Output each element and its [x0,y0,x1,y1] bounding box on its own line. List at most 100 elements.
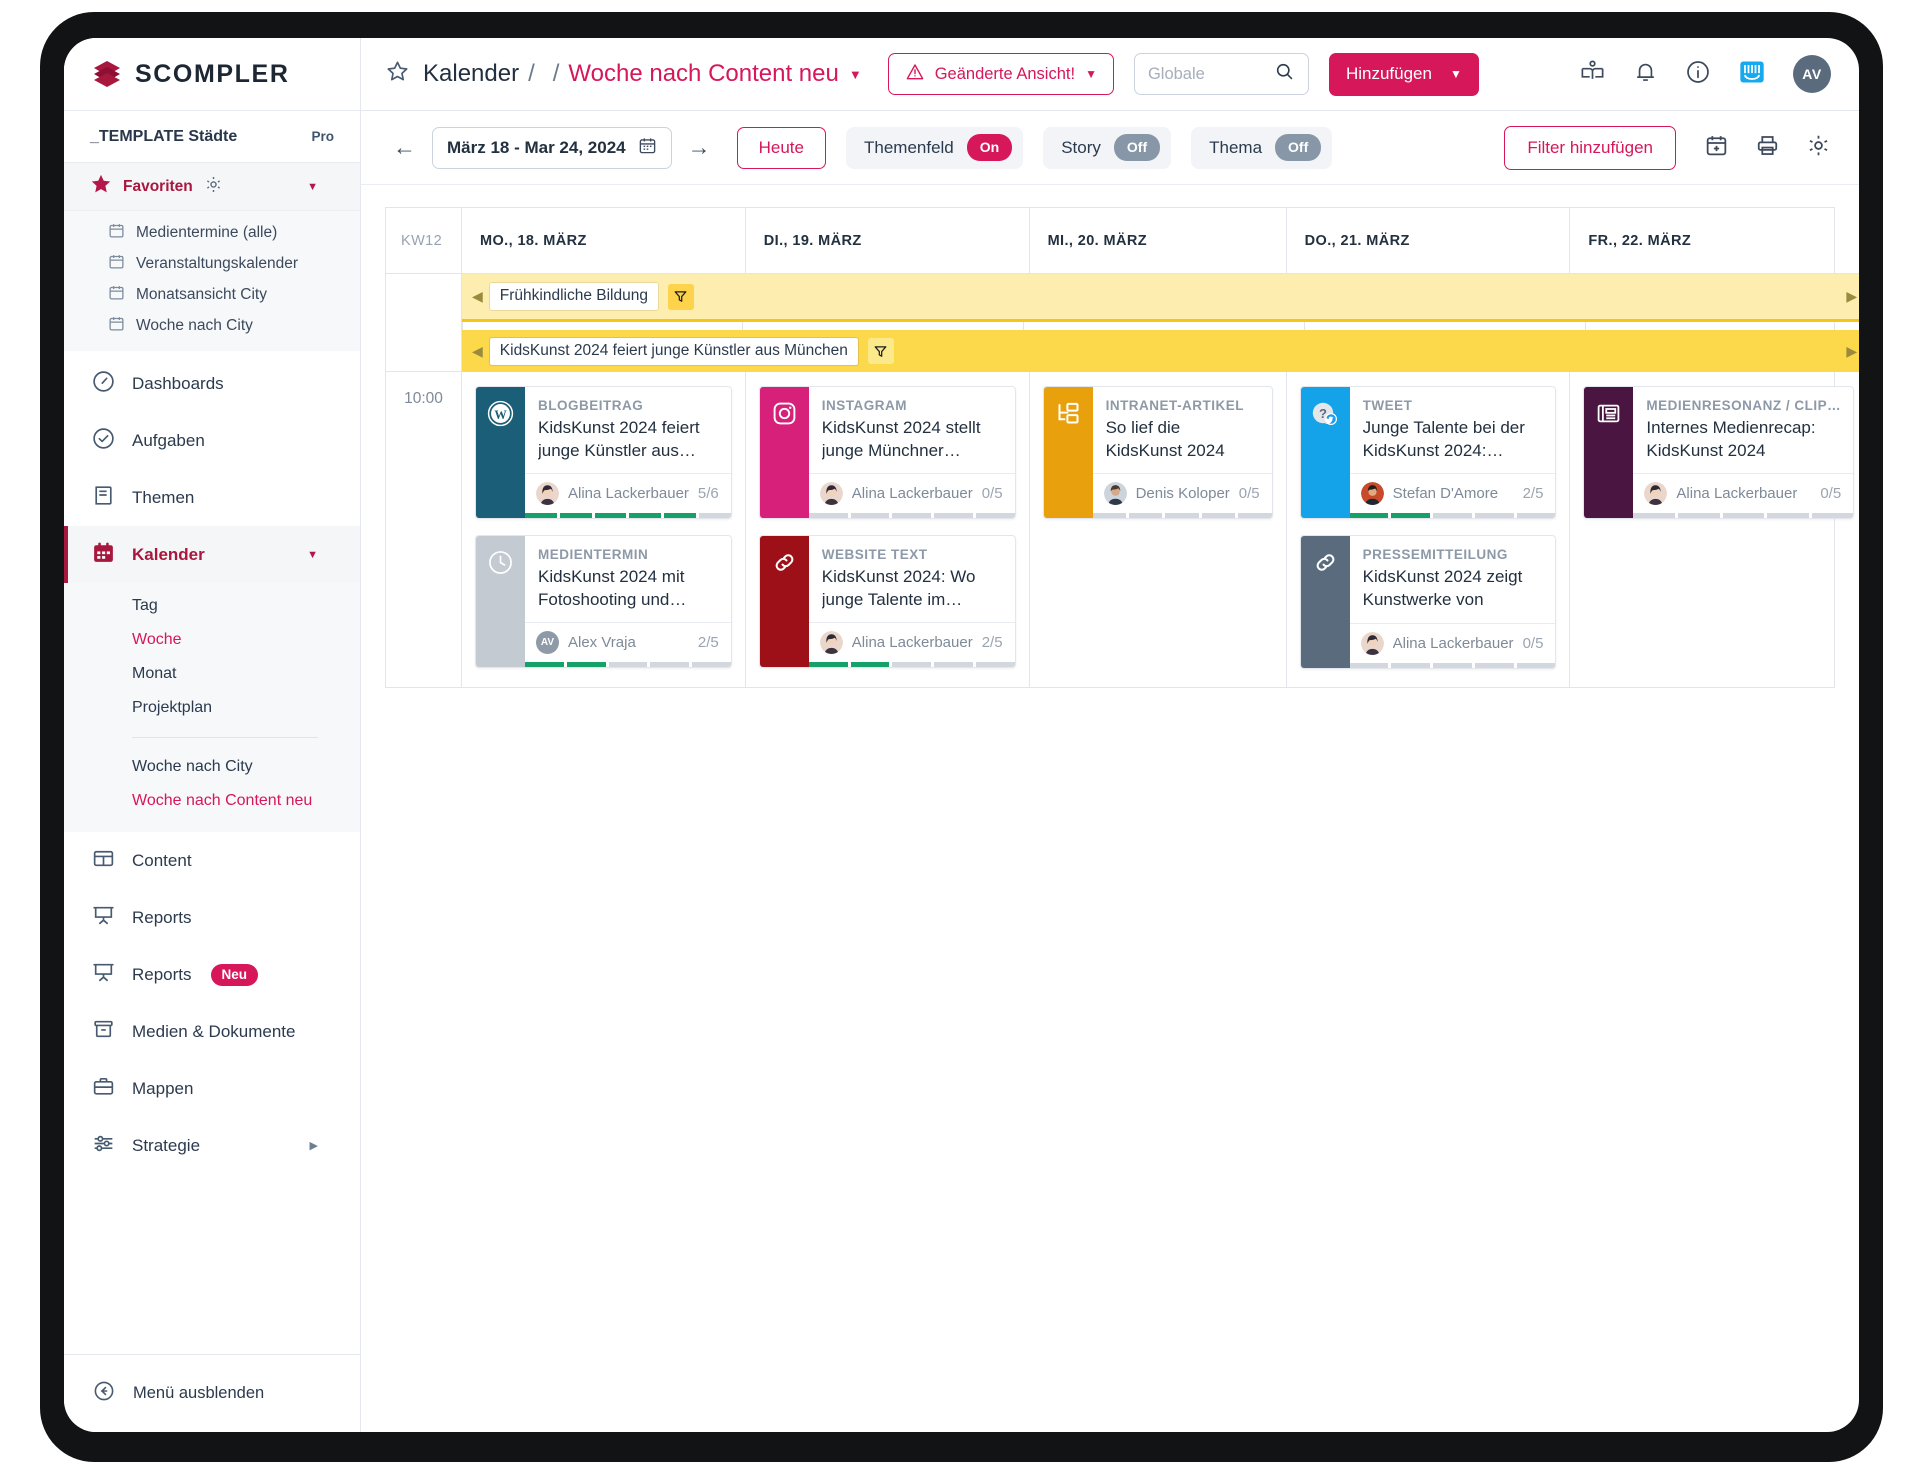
sidebar-item-dashboards[interactable]: Dashboards [64,355,360,412]
global-search[interactable] [1134,53,1309,95]
avatar [536,482,559,505]
scompler-app-icon[interactable] [1738,58,1766,91]
sidebar-item-medien-dokumente[interactable]: Medien & Dokumente [64,1003,360,1060]
band-scroll-left-icon[interactable]: ◀ [472,343,483,360]
toggle-themenfeld[interactable]: Themenfeld On [846,127,1023,169]
content-card[interactable]: MEDIENTERMIN KidsKunst 2024 mit Fotoshoo… [475,535,732,668]
settings-icon[interactable] [1806,133,1831,163]
topic-band-kidskunst[interactable]: ◀ KidsKunst 2024 feiert junge Künstler a… [462,330,1859,372]
card-body: BLOGBEITRAG KidsKunst 2024 feiert junge … [525,387,731,518]
bell-icon[interactable] [1633,59,1658,89]
chevron-right-icon[interactable]: ▶ [310,1139,318,1152]
calendar-icon[interactable] [638,136,657,160]
chevron-down-icon[interactable]: ▼ [1450,67,1462,81]
favorite-star-icon[interactable] [385,59,410,89]
changed-view-button[interactable]: Geänderte Ansicht! ▼ [888,53,1114,95]
search-input[interactable] [1148,65,1268,84]
subitem-label: Woche nach Content neu [132,792,312,810]
band-label: KidsKunst 2024 feiert junge Künstler aus… [489,337,859,366]
sidebar-item-reports[interactable]: Reports [64,889,360,946]
sidebar-item-reports-neu[interactable]: Reports Neu [64,946,360,1003]
band-scroll-right-icon[interactable]: ▶ [1846,343,1857,360]
sidebar-subitem-woche[interactable]: Woche [64,623,360,657]
sidebar-item-mappen[interactable]: Mappen [64,1060,360,1117]
intranet-icon [1055,400,1082,432]
favorite-item[interactable]: Medientermine (alle) [64,217,360,248]
card-main: INSTAGRAM KidsKunst 2024 stellt junge Mü… [809,387,1015,473]
filter-icon[interactable] [868,338,894,364]
changed-view-label: Geänderte Ansicht! [935,65,1075,84]
subitem-label: Woche nach City [132,758,253,776]
sidebar-item-strategie[interactable]: Strategie ▶ [64,1117,360,1174]
instagram-icon [771,400,798,432]
card-type-strip [476,536,525,667]
avatar [1104,482,1127,505]
add-filter-button[interactable]: Filter hinzufügen [1504,126,1676,170]
content-card[interactable]: INTRANET-ARTIKEL So lief die KidsKunst 2… [1043,386,1273,519]
sidebar-item-label: Reports [132,965,192,985]
card-main: BLOGBEITRAG KidsKunst 2024 feiert junge … [525,387,731,473]
content-card[interactable]: WEBSITE TEXT KidsKunst 2024: Wo junge Ta… [759,535,1016,668]
band-scroll-left-icon[interactable]: ◀ [472,288,483,305]
content-card[interactable]: MEDIENRESONANZ / CLIP… Internes Medienre… [1583,386,1854,519]
toggle-story[interactable]: Story Off [1043,127,1171,169]
favorites-header[interactable]: Favoriten ▼ [64,163,360,211]
calendar-add-icon[interactable] [1704,133,1729,163]
card-progress-count: 5/6 [698,485,719,502]
card-progress-bar [1093,513,1272,518]
app-logo[interactable]: SCOMPLER [64,38,360,111]
sidebar-subitem-tag[interactable]: Tag [64,589,360,623]
today-button[interactable]: Heute [737,127,826,169]
band-scroll-right-icon[interactable]: ▶ [1846,288,1857,305]
sidebar-subitem-woche-nach-content-neu[interactable]: Woche nach Content neu [64,784,360,818]
chevron-down-icon[interactable]: ▼ [849,67,862,82]
filter-icon[interactable] [668,284,694,310]
news-icon [1595,400,1622,432]
collapse-menu-button[interactable]: Menü ausblenden [64,1354,360,1432]
card-main: MEDIENRESONANZ / CLIP… Internes Medienre… [1633,387,1853,473]
print-icon[interactable] [1755,133,1780,163]
sidebar-item-content[interactable]: Content [64,832,360,889]
next-week-button[interactable]: → [680,134,719,161]
sidebar-item-label: Content [132,851,192,871]
sidebar-item-kalender[interactable]: Kalender ▼ [64,526,360,583]
previous-week-button[interactable]: ← [385,134,424,161]
favorite-item[interactable]: Monatsansicht City [64,279,360,310]
favorite-item[interactable]: Veranstaltungskalender [64,248,360,279]
content-card[interactable]: W BLOGBEITRAG KidsKunst 2024 feiert jung… [475,386,732,519]
breadcrumb-current-view[interactable]: Woche nach Content neu [568,60,838,88]
date-range-picker[interactable]: März 18 - Mar 24, 2024 [432,127,672,169]
chevron-down-icon[interactable]: ▼ [307,549,318,561]
sidebar-subitem-woche-nach-city[interactable]: Woche nach City [64,750,360,784]
avatar[interactable]: AV [1793,55,1831,93]
gauge-icon [91,369,116,399]
submenu-divider [132,737,318,738]
add-button[interactable]: Hinzufügen ▼ [1329,53,1479,96]
sidebar-subitem-monat[interactable]: Monat [64,657,360,691]
card-title: KidsKunst 2024 stellt junge Münchner… [822,417,1003,462]
gear-icon[interactable] [204,175,223,199]
sidebar: SCOMPLER _TEMPLATE Städte Pro Favoriten … [64,38,361,1432]
workspace-selector[interactable]: _TEMPLATE Städte Pro [64,111,360,163]
info-icon[interactable] [1685,59,1711,90]
day-header-thursday: DO., 21. MÄRZ [1287,208,1571,274]
favorites-collapse-caret[interactable]: ▼ [307,181,318,193]
content-card[interactable]: ? TWEET Junge Talente bei der KidsKunst … [1300,386,1557,519]
breadcrumb-separator: / [528,60,535,88]
content-card[interactable]: PRESSEMITTEILUNG KidsKunst 2024 zeigt Ku… [1300,535,1557,669]
topic-band-fruehkindliche-bildung[interactable]: ◀ Frühkindliche Bildung ▶ [462,274,1859,322]
sidebar-subitem-projektplan[interactable]: Projektplan [64,691,360,725]
card-type-label: WEBSITE TEXT [822,547,1003,562]
book-reader-icon[interactable] [1579,58,1606,90]
app-logo-text: SCOMPLER [135,60,289,89]
sidebar-item-themen[interactable]: Themen [64,469,360,526]
favorite-item[interactable]: Woche nach City [64,310,360,341]
card-type-strip: ? [1301,387,1350,518]
sidebar-item-aufgaben[interactable]: Aufgaben [64,412,360,469]
toggle-thema[interactable]: Thema Off [1191,127,1332,169]
search-icon[interactable] [1274,61,1295,87]
content-card[interactable]: INSTAGRAM KidsKunst 2024 stellt junge Mü… [759,386,1016,519]
chevron-down-icon[interactable]: ▼ [1085,67,1097,81]
toggle-state: Off [1275,134,1321,161]
breadcrumb-root[interactable]: Kalender [423,60,519,88]
